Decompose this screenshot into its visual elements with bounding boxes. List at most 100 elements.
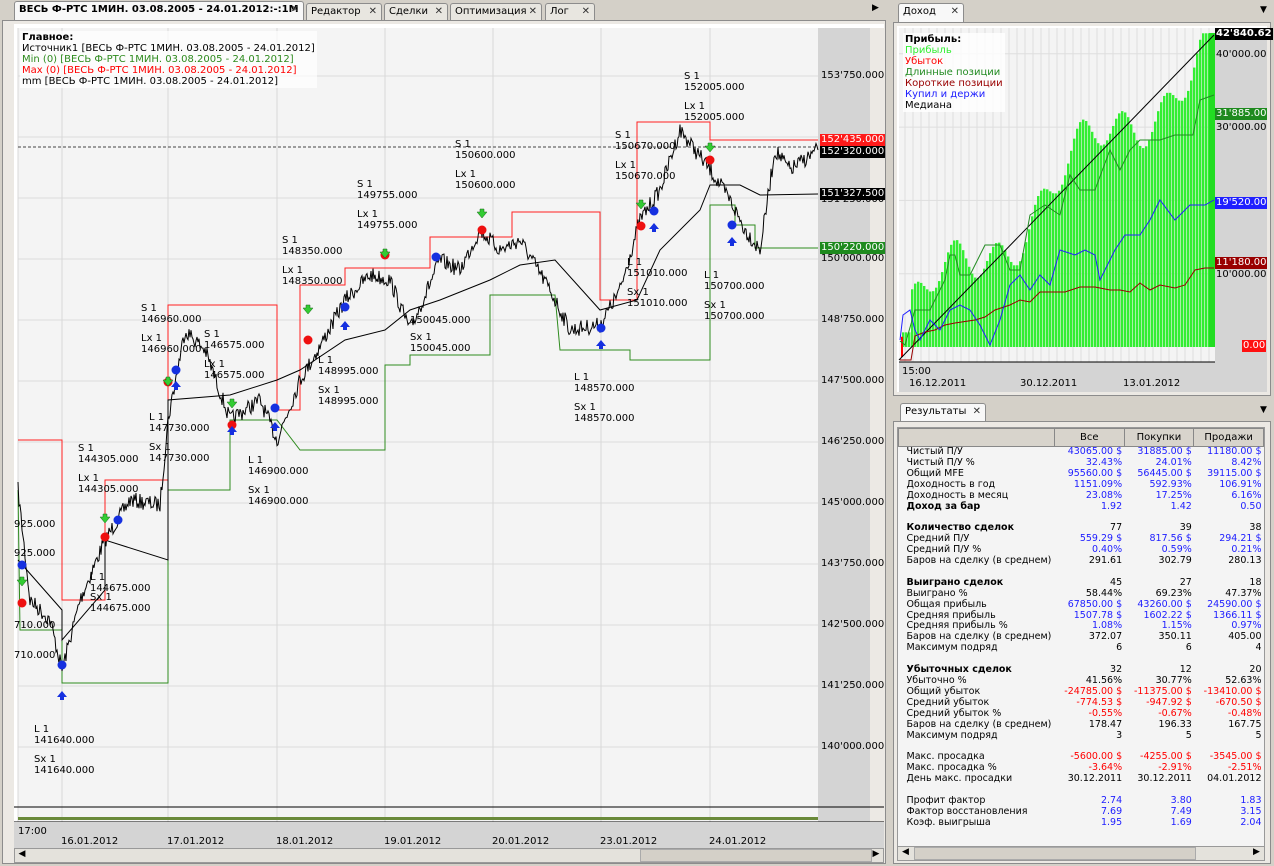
cell-buys: -0.67%	[1158, 707, 1192, 719]
loss-bar	[901, 336, 903, 357]
column-header-sells[interactable]: Продажи	[1193, 428, 1264, 447]
results-horizontal-scrollbar[interactable]: ◀ ▶	[897, 846, 1265, 861]
profit-bar	[1151, 131, 1154, 347]
column-header-buys[interactable]: Покупки	[1123, 428, 1195, 447]
profit-bar	[1073, 138, 1076, 347]
profit-bar	[1043, 188, 1046, 347]
profit-bar	[1103, 144, 1106, 347]
profit-bar	[1209, 32, 1215, 348]
cell-buys: 30.12.2011	[1137, 773, 1192, 785]
profit-bar	[1094, 138, 1097, 347]
profit-bar	[1181, 100, 1184, 347]
short-value-label: 11'180.00	[1215, 257, 1268, 269]
time-label: 15:00	[902, 366, 931, 377]
income-chart[interactable]	[0, 0, 1274, 400]
date-label: 19.01.2012	[384, 836, 442, 847]
profit-bar	[1115, 118, 1118, 347]
cell-all: 1.95	[1100, 816, 1123, 828]
scroll-left-arrow[interactable]: ◀	[898, 847, 913, 860]
row-label: Баров на сделку (в среднем)	[906, 555, 1052, 567]
tab-results[interactable]: Результаты ✕	[900, 403, 986, 423]
trade-annotation: 710.000	[14, 620, 56, 631]
profit-bar	[1148, 140, 1151, 347]
scroll-thumb[interactable]	[640, 849, 872, 862]
profit-bar	[1019, 261, 1022, 347]
profit-bar	[1025, 242, 1028, 347]
trade-annotation: S 1 144305.000	[78, 443, 139, 465]
trade-annotation: Sx 1 141640.000	[34, 754, 95, 776]
date-label: 17.01.2012	[167, 836, 225, 847]
profit-bar	[956, 240, 959, 347]
cell-sells: 4	[1255, 642, 1262, 654]
results-table: Все Покупки Продажи Чистый П/У 43065.00 $…	[898, 428, 1264, 829]
trade-annotation: L 1 147730.000	[149, 412, 210, 434]
date-label: 30.12.2011	[1020, 378, 1078, 389]
profit-bar	[1088, 125, 1091, 348]
trade-annotation: Sx 1 146900.000	[248, 485, 309, 507]
profit-bar	[962, 250, 965, 347]
profit-bar	[1046, 189, 1049, 347]
profit-bar	[1070, 150, 1073, 347]
cell-buys: 592.93%	[1149, 478, 1192, 490]
buyhold-value-label: 19'520.00	[1215, 197, 1268, 209]
profit-bar	[1187, 90, 1190, 347]
cell-sells: -0.48%	[1227, 707, 1262, 719]
cell-all: 1151.09%	[1073, 478, 1123, 490]
profit-bar	[980, 274, 983, 347]
profit-bar	[1097, 143, 1100, 347]
cell-buys: 1.42	[1170, 500, 1192, 512]
date-label: 23.01.2012	[600, 836, 658, 847]
table-row: Максимум подряд 3 5 5	[899, 729, 1264, 742]
profit-bar	[1031, 216, 1034, 347]
profit-bar	[1034, 204, 1037, 347]
date-label: 18.01.2012	[276, 836, 334, 847]
profit-bar	[1178, 100, 1181, 347]
cell-sells: 04.01.2012	[1207, 773, 1262, 785]
scroll-right-arrow[interactable]: ▶	[869, 849, 883, 862]
buy-marker	[57, 660, 67, 670]
scroll-right-arrow[interactable]: ▶	[1249, 847, 1264, 860]
main-horizontal-scrollbar[interactable]: ◀ ▶	[14, 848, 884, 863]
tabs-scroll-right-icon[interactable]: ▶	[872, 3, 879, 13]
cell-all: -0.55%	[1088, 707, 1123, 719]
profit-bar	[1154, 121, 1157, 347]
time-label: 17:00	[18, 826, 47, 837]
profit-bar	[929, 291, 932, 347]
cell-sells: 405.00	[1228, 631, 1262, 643]
profit-bar	[1142, 148, 1145, 347]
column-header-all[interactable]: Все	[1053, 428, 1125, 447]
trade-annotation: Lx 1 144305.000	[78, 473, 139, 495]
value-tick-label: 10'000.00	[1216, 268, 1267, 280]
price-tick-label: 146'250.000	[821, 436, 885, 447]
tab-label: Результаты	[905, 406, 967, 417]
row-label: Доходность в месяц	[906, 489, 1009, 501]
volume-strip	[18, 817, 818, 820]
profit-bar	[1085, 121, 1088, 347]
trade-annotation: 710.000	[14, 650, 56, 661]
profit-bar	[1001, 245, 1004, 347]
profit-bar	[1193, 67, 1196, 348]
scroll-thumb[interactable]	[914, 847, 1196, 860]
scroll-left-arrow[interactable]: ◀	[15, 849, 29, 862]
profit-bar	[1202, 33, 1205, 347]
close-icon[interactable]: ✕	[973, 406, 981, 417]
profit-bar	[1136, 140, 1139, 347]
cell-buys: 350.11	[1158, 631, 1192, 643]
trade-annotation: Sx 1 147730.000	[149, 442, 210, 464]
profit-bar	[950, 244, 953, 347]
buy-marker	[270, 403, 280, 413]
cell-all: 30.12.2011	[1067, 773, 1123, 785]
cell-all: 291.61	[1088, 555, 1123, 567]
row-label: Максимум подряд	[906, 729, 998, 741]
profit-bar	[1166, 92, 1169, 348]
trade-annotation: L 1 144675.000	[90, 572, 151, 594]
profit-bar	[1205, 33, 1208, 347]
profit-bar	[932, 291, 935, 347]
table-row: Максимум подряд 6 6 4	[899, 642, 1264, 654]
cell-buys: 5	[1185, 729, 1192, 741]
trade-annotation: Sx 1 148570.000	[574, 402, 635, 424]
panel-menu-chevron-icon[interactable]: ▼	[1260, 405, 1267, 415]
profit-bar	[1199, 39, 1202, 348]
profit-bar	[1013, 265, 1016, 347]
trade-annotation: 925.000	[14, 519, 56, 530]
